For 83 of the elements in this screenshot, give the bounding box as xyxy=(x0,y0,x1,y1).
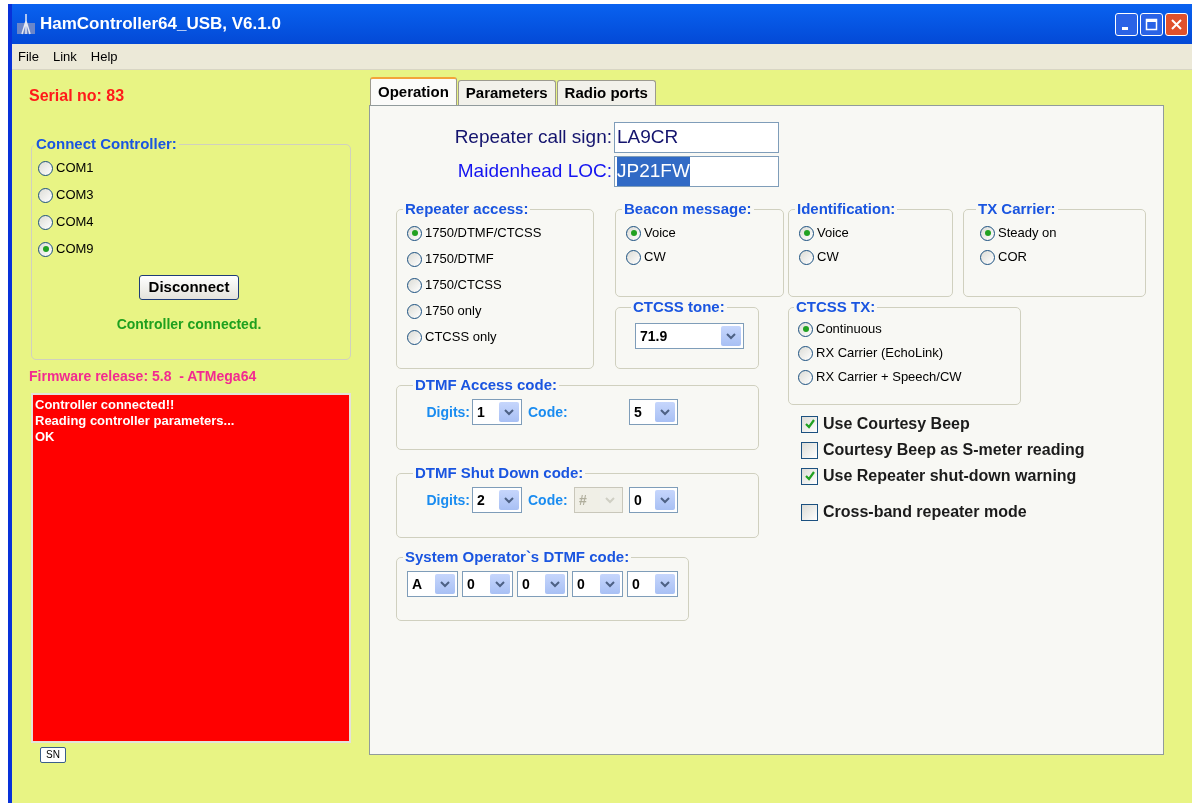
minimize-icon xyxy=(1121,26,1128,30)
dropdown[interactable]: 0 xyxy=(572,571,623,597)
log-line: OK xyxy=(35,429,56,445)
connection-status: Controller connected. xyxy=(115,315,263,334)
chevron-icon xyxy=(721,326,741,346)
radio-option[interactable]: RX Carrier + Speech/CW xyxy=(798,365,1010,389)
firmware-release: Firmware release: 5.8 - ATMega64 xyxy=(29,367,258,386)
chevron-icon xyxy=(490,574,510,594)
chevron-icon xyxy=(499,490,519,510)
menu-item[interactable]: Link xyxy=(52,46,77,67)
radio-option[interactable]: CTCSS only xyxy=(407,325,583,349)
group-title: DTMF Access code: xyxy=(414,377,558,393)
maximize-button[interactable] xyxy=(1140,12,1163,36)
group-title: CTCSS TX: xyxy=(795,299,877,315)
radio-option[interactable]: CW xyxy=(799,245,942,269)
radio-option[interactable]: 1750/CTCSS xyxy=(407,273,583,297)
close-button[interactable] xyxy=(1165,12,1188,36)
dropdown[interactable]: 0 xyxy=(462,571,513,597)
maximize-icon xyxy=(1145,17,1158,31)
dropdown[interactable]: 5 xyxy=(629,399,678,425)
dropdown[interactable]: 71.9 xyxy=(635,323,744,349)
log-line: Reading controller parameters... xyxy=(35,413,236,429)
group-title: DTMF Shut Down code: xyxy=(414,465,585,481)
tab[interactable]: Parameters xyxy=(457,80,556,105)
group-title: System Operator`s DTMF code: xyxy=(404,549,631,565)
radio-option[interactable]: COM4 xyxy=(38,210,340,234)
group-title: Beacon message: xyxy=(623,201,753,217)
radio-option[interactable]: RX Carrier (EchoLink) xyxy=(798,341,1010,365)
code-label: Code: xyxy=(528,490,569,510)
field-label: Repeater call sign: xyxy=(453,125,612,150)
menu-item[interactable]: File xyxy=(18,46,39,67)
chevron-icon xyxy=(545,574,565,594)
code-label: Code: xyxy=(528,402,569,422)
tab[interactable]: Operation xyxy=(370,77,457,105)
digits-label: Digits: xyxy=(425,402,470,422)
dropdown[interactable]: 0 xyxy=(629,487,678,513)
checkbox-option[interactable]: Use Repeater shut-down warning xyxy=(801,463,1146,489)
log-line: Controller connected!! xyxy=(35,397,176,413)
radio-option[interactable]: COM9 xyxy=(38,237,340,261)
dropdown[interactable]: A xyxy=(407,571,458,597)
chevron-icon xyxy=(499,402,519,422)
serial-number: Serial no: 83 xyxy=(29,86,126,104)
checkbox-option[interactable]: Use Courtesy Beep xyxy=(801,411,1146,437)
chevron-icon xyxy=(655,490,675,510)
dropdown[interactable]: 1 xyxy=(472,399,522,425)
window-title: HamController64_USB, V6.1.0 xyxy=(40,13,281,36)
radio-option[interactable]: Voice xyxy=(799,221,942,245)
chevron-icon xyxy=(600,574,620,594)
dropdown[interactable]: 0 xyxy=(627,571,678,597)
text-field[interactable]: JP21FW xyxy=(614,156,779,187)
field-label: Maidenhead LOC: xyxy=(456,159,612,184)
dropdown[interactable]: 0 xyxy=(517,571,568,597)
group-title: Connect Controller: xyxy=(35,136,178,152)
radio-option[interactable]: CW xyxy=(626,245,773,269)
tower-icon xyxy=(16,13,36,35)
tab[interactable]: Radio ports xyxy=(556,80,656,105)
menu-item[interactable]: Help xyxy=(90,46,118,67)
radio-option[interactable]: COM3 xyxy=(38,183,340,207)
group-title: TX Carrier: xyxy=(977,201,1057,217)
radio-option[interactable]: COM1 xyxy=(38,156,340,180)
chevron-icon xyxy=(655,574,675,594)
sn-button[interactable]: SN xyxy=(40,747,66,763)
text-field[interactable]: LA9CR xyxy=(614,122,779,153)
group-title: CTCSS tone: xyxy=(632,299,726,315)
radio-option[interactable]: Voice xyxy=(626,221,773,245)
group-title: Identification: xyxy=(796,201,897,217)
radio-option[interactable]: COR xyxy=(980,245,1135,269)
group-title: Repeater access: xyxy=(404,201,530,217)
chevron-icon xyxy=(655,402,675,422)
minimize-button[interactable] xyxy=(1115,12,1138,36)
checkbox-option[interactable]: Courtesy Beep as S-meter reading xyxy=(801,437,1146,463)
radio-option[interactable]: 1750 only xyxy=(407,299,583,323)
chevron-icon xyxy=(435,574,455,594)
radio-option[interactable]: Steady on xyxy=(980,221,1135,245)
chevron-icon xyxy=(600,490,620,510)
disconnect-button[interactable]: Disconnect xyxy=(138,275,240,300)
close-icon xyxy=(1170,17,1183,31)
radio-option[interactable]: Continuous xyxy=(798,317,1010,341)
radio-option[interactable]: 1750/DTMF xyxy=(407,247,583,271)
digits-label: Digits: xyxy=(425,490,470,510)
radio-option[interactable]: 1750/DTMF/CTCSS xyxy=(407,221,583,245)
checkbox-option[interactable]: Cross-band repeater mode xyxy=(801,499,1146,525)
dropdown[interactable]: 2 xyxy=(472,487,522,513)
